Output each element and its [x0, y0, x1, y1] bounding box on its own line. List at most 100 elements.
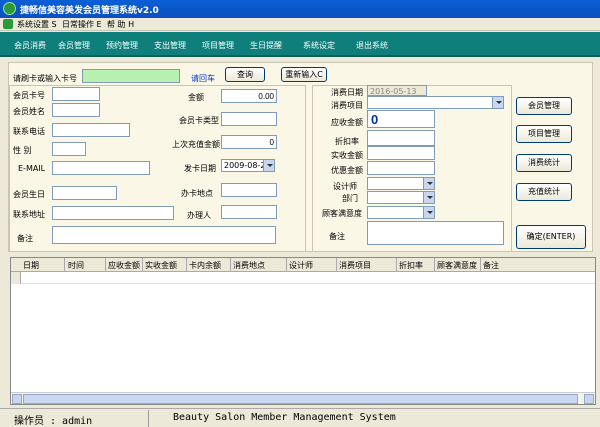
- col-separator: [64, 258, 65, 272]
- col-receivable[interactable]: 应收金额: [108, 260, 140, 271]
- col-discount[interactable]: 折扣率: [399, 260, 423, 271]
- nav-item-manage[interactable]: 项目管理: [202, 40, 234, 51]
- col-designer[interactable]: 设计师: [289, 260, 313, 271]
- preferential-label: 优惠金额: [331, 166, 363, 175]
- consume-date-label: 消费日期: [331, 88, 363, 97]
- consume-records-table[interactable]: 日期 时间 应收金额 实收金额 卡内余额 消费地点 设计师 消费项目 折扣率 顾…: [10, 257, 596, 405]
- scroll-thumb[interactable]: [23, 394, 578, 404]
- consume-item-label: 消费项目: [331, 101, 363, 110]
- chevron-down-icon[interactable]: [423, 178, 434, 189]
- gender-label: 性 别: [13, 146, 32, 155]
- consume-stats-button[interactable]: 消费统计: [516, 154, 572, 172]
- member-name-label: 会员姓名: [13, 107, 45, 116]
- chevron-down-icon[interactable]: [492, 97, 503, 108]
- col-separator: [434, 258, 435, 272]
- nav-birthday-reminder[interactable]: 生日提醒: [250, 40, 282, 51]
- card-type-label: 会员卡类型: [179, 116, 219, 125]
- discount-field[interactable]: [367, 130, 435, 146]
- scroll-left-icon[interactable]: [12, 394, 22, 404]
- consume-date-picker[interactable]: 2016-05-13: [367, 85, 427, 96]
- nav-expense-manage[interactable]: 支出管理: [154, 40, 186, 51]
- phone-field[interactable]: [52, 123, 130, 137]
- col-date[interactable]: 日期: [23, 260, 39, 271]
- nav-exit-system[interactable]: 退出系统: [356, 40, 388, 51]
- col-separator: [396, 258, 397, 272]
- phone-label: 联系电话: [13, 127, 45, 136]
- last-recharge-field[interactable]: [221, 135, 277, 149]
- consume-item-select[interactable]: [367, 96, 504, 109]
- remark-label: 备注: [17, 234, 33, 243]
- card-place-label: 办卡地点: [181, 189, 213, 198]
- row-marker: [11, 272, 21, 284]
- recharge-stats-button[interactable]: 充值统计: [516, 183, 572, 201]
- col-actual[interactable]: 实收金额: [145, 260, 177, 271]
- email-label: E-MAIL: [18, 164, 46, 173]
- consume-remark-field[interactable]: [367, 221, 504, 245]
- actual-amount-field[interactable]: [367, 146, 435, 160]
- member-name-field[interactable]: [52, 103, 100, 117]
- card-no-label: 会员卡号: [13, 91, 45, 100]
- nav-member-consume[interactable]: 会员消费: [14, 40, 46, 51]
- confirm-enter-button[interactable]: 确定(ENTER): [516, 225, 586, 249]
- nav-bar: 会员消费 会员管理 预约管理 支出管理 项目管理 生日提醒 系统设定 退出系统: [0, 32, 600, 57]
- consume-date-value: 2016-05-13: [370, 87, 417, 96]
- consume-remark-label: 备注: [329, 232, 345, 241]
- col-item[interactable]: 消费项目: [339, 260, 371, 271]
- menu-system-settings[interactable]: 系统设置 S: [17, 19, 57, 30]
- query-button[interactable]: 查询: [225, 67, 265, 82]
- address-field[interactable]: [52, 206, 174, 220]
- nav-appointment-manage[interactable]: 预约管理: [106, 40, 138, 51]
- card-search-input[interactable]: [82, 69, 180, 83]
- menu-bar: 系统设置 S 日常操作 E 帮 助 H: [0, 18, 600, 31]
- receivable-label: 应收金额: [331, 118, 363, 127]
- member-remark-field[interactable]: [52, 226, 276, 244]
- menu-daily-operations[interactable]: 日常操作 E: [62, 19, 102, 30]
- dept-label: 部门: [342, 194, 358, 203]
- handler-field[interactable]: [221, 205, 277, 219]
- address-label: 联系地址: [13, 210, 45, 219]
- receivable-field[interactable]: [367, 110, 435, 128]
- app-logo-icon: [3, 2, 16, 15]
- item-manage-button[interactable]: 项目管理: [516, 125, 572, 143]
- card-search-label: 请刷卡或输入卡号: [13, 74, 77, 83]
- preferential-field[interactable]: [367, 161, 435, 175]
- birthday-field[interactable]: [52, 186, 117, 200]
- nav-system-config[interactable]: 系统设定: [303, 40, 335, 51]
- chevron-down-icon[interactable]: [263, 160, 274, 171]
- birthday-label: 会员生日: [13, 190, 45, 199]
- col-remark[interactable]: 备注: [483, 260, 499, 271]
- col-satisfaction[interactable]: 顾客满意度: [437, 260, 477, 271]
- gender-field[interactable]: [52, 142, 86, 156]
- col-location[interactable]: 消费地点: [233, 260, 265, 271]
- last-recharge-label: 上次充值金额: [172, 140, 220, 149]
- card-type-field[interactable]: [221, 112, 277, 126]
- consume-form-panel: 请刷卡或输入卡号 请回车 查询 重新输入C 会员卡号 会员姓名 联系电话 性 别…: [8, 62, 593, 252]
- horizontal-scrollbar[interactable]: [11, 392, 595, 404]
- col-balance[interactable]: 卡内余额: [189, 260, 221, 271]
- designer-select[interactable]: [367, 177, 435, 190]
- satisfaction-select[interactable]: [367, 206, 435, 219]
- operator-status: 操作员 : admin: [14, 416, 93, 427]
- card-place-field[interactable]: [221, 183, 277, 197]
- nav-member-manage[interactable]: 会员管理: [58, 40, 90, 51]
- amount-field[interactable]: [221, 89, 277, 103]
- reset-input-button[interactable]: 重新输入C: [281, 67, 327, 82]
- col-separator: [105, 258, 106, 272]
- email-field[interactable]: [52, 161, 150, 175]
- window-title: 捷畅信美容美发会员管理系统v2.0: [20, 6, 159, 16]
- col-time[interactable]: 时间: [68, 260, 84, 271]
- status-bar: 操作员 : admin Beauty Salon Member Manageme…: [0, 408, 600, 427]
- col-separator: [186, 258, 187, 272]
- issue-date-picker[interactable]: 2009-08-27: [221, 159, 275, 172]
- col-separator: [480, 258, 481, 272]
- chevron-down-icon[interactable]: [423, 207, 434, 218]
- menu-help[interactable]: 帮 助 H: [107, 19, 134, 30]
- system-name-status: Beauty Salon Member Management System: [173, 412, 396, 423]
- member-manage-button[interactable]: 会员管理: [516, 97, 572, 115]
- dept-select[interactable]: [367, 191, 435, 204]
- card-no-field[interactable]: [52, 87, 100, 101]
- chevron-down-icon[interactable]: [423, 192, 434, 203]
- press-enter-link[interactable]: 请回车: [191, 73, 215, 84]
- table-row[interactable]: [11, 272, 595, 284]
- scroll-right-icon[interactable]: [584, 394, 594, 404]
